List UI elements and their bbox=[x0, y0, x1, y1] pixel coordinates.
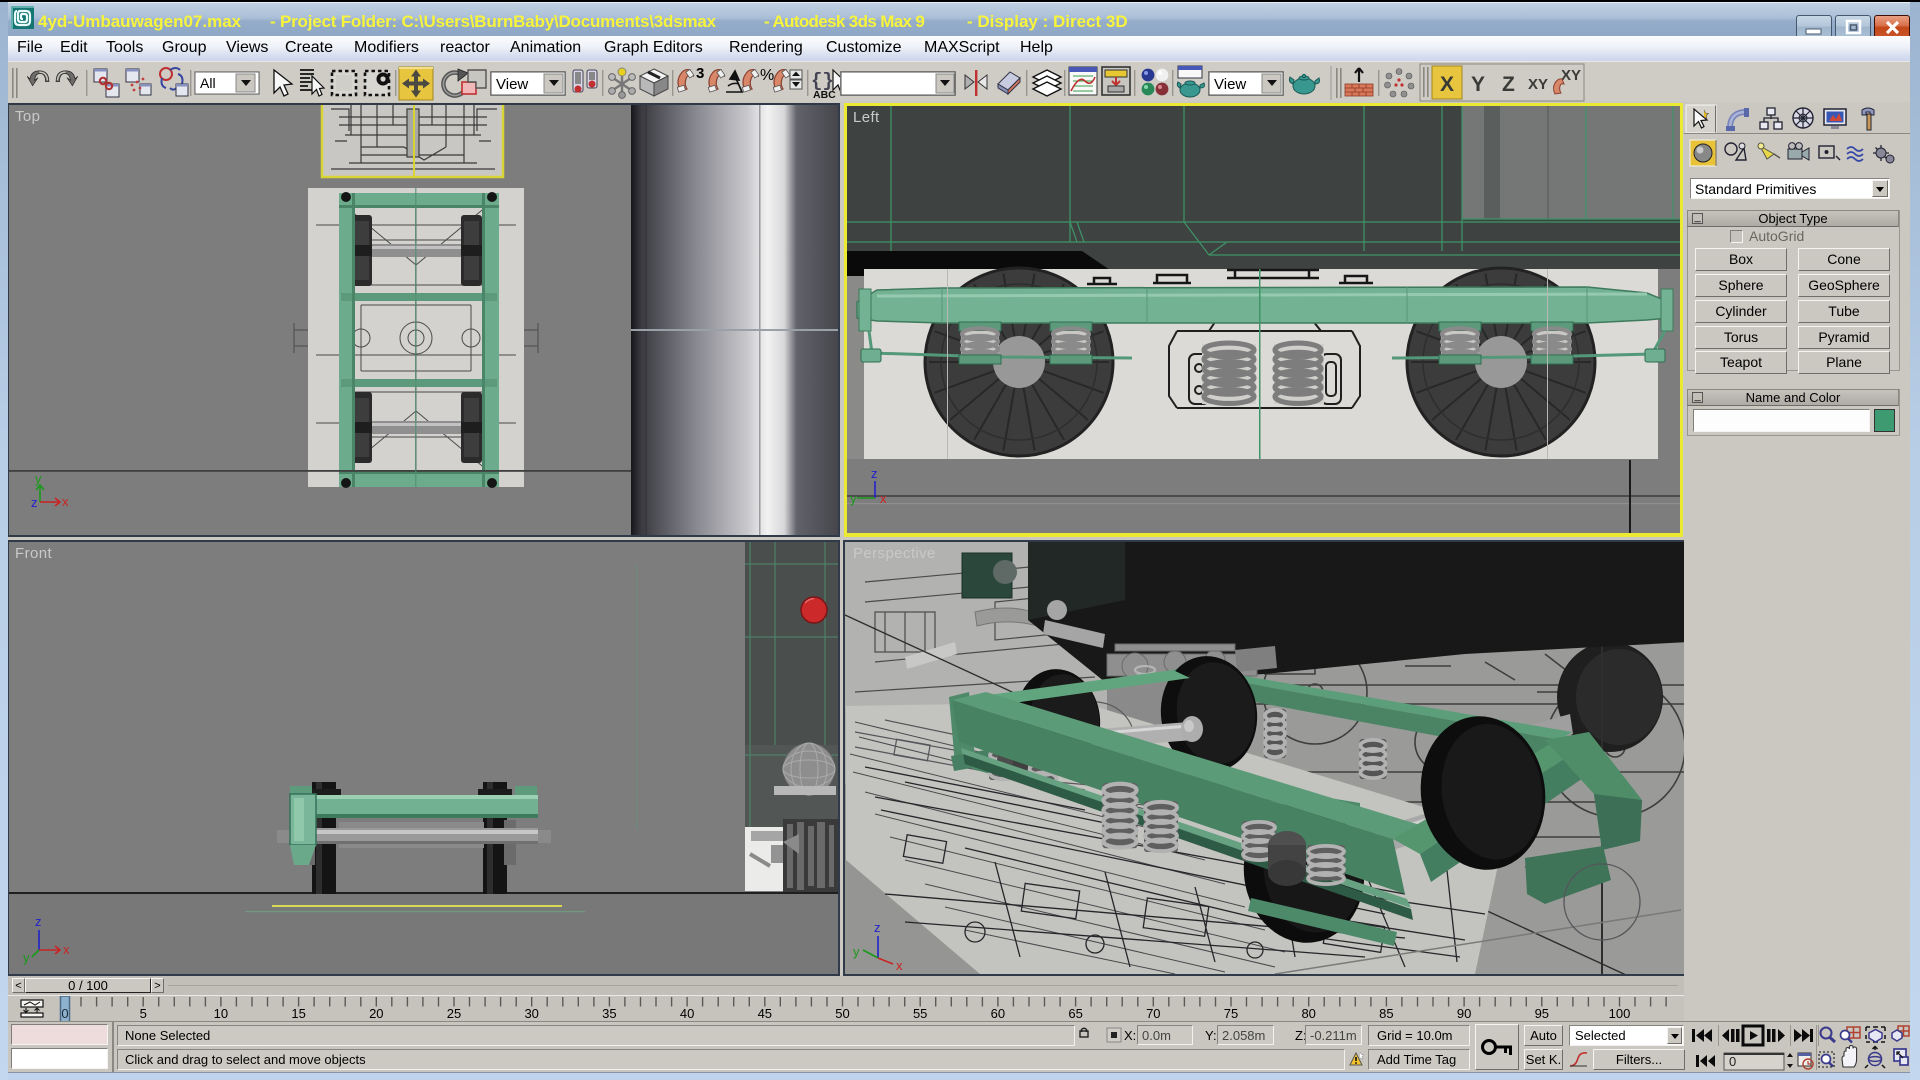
svg-text:x: x bbox=[63, 942, 70, 957]
svg-text:Y: Y bbox=[1471, 73, 1485, 96]
svg-text:View: View bbox=[1214, 76, 1246, 93]
svg-text:Z: Z bbox=[1502, 73, 1515, 96]
svg-text:5: 5 bbox=[140, 1006, 147, 1021]
svg-text:55: 55 bbox=[913, 1006, 927, 1021]
svg-text:40: 40 bbox=[680, 1006, 694, 1021]
svg-text:y: y bbox=[23, 950, 30, 965]
svg-text:3: 3 bbox=[696, 65, 704, 82]
svg-text:z: z bbox=[871, 466, 878, 481]
svg-text:35: 35 bbox=[602, 1006, 616, 1021]
svg-text:y: y bbox=[850, 491, 857, 506]
svg-text:20: 20 bbox=[369, 1006, 383, 1021]
svg-text:z: z bbox=[31, 495, 38, 510]
svg-text:z: z bbox=[874, 920, 881, 935]
svg-text:All: All bbox=[200, 75, 216, 91]
svg-text:30: 30 bbox=[524, 1006, 538, 1021]
svg-text:0: 0 bbox=[1729, 1054, 1736, 1069]
svg-text:15: 15 bbox=[291, 1006, 305, 1021]
svg-text:75: 75 bbox=[1224, 1006, 1238, 1021]
svg-text:x: x bbox=[62, 494, 69, 509]
svg-text:%: % bbox=[760, 67, 774, 84]
svg-text:50: 50 bbox=[835, 1006, 849, 1021]
svg-text:x: x bbox=[880, 491, 887, 506]
svg-text:45: 45 bbox=[758, 1006, 772, 1021]
svg-text:70: 70 bbox=[1146, 1006, 1160, 1021]
svg-text:y: y bbox=[35, 471, 42, 486]
svg-text:y: y bbox=[853, 944, 860, 959]
svg-text:80: 80 bbox=[1301, 1006, 1315, 1021]
svg-text:100: 100 bbox=[1609, 1006, 1631, 1021]
svg-text:XY: XY bbox=[1528, 76, 1548, 93]
svg-text:25: 25 bbox=[447, 1006, 461, 1021]
svg-text:XY: XY bbox=[1561, 67, 1581, 84]
svg-text:60: 60 bbox=[991, 1006, 1005, 1021]
svg-text:90: 90 bbox=[1457, 1006, 1471, 1021]
svg-text:65: 65 bbox=[1068, 1006, 1082, 1021]
svg-text:X: X bbox=[1440, 73, 1454, 96]
svg-text:95: 95 bbox=[1535, 1006, 1549, 1021]
svg-text:z: z bbox=[35, 914, 42, 929]
svg-text:10: 10 bbox=[214, 1006, 228, 1021]
svg-text:85: 85 bbox=[1379, 1006, 1393, 1021]
svg-text:View: View bbox=[496, 76, 528, 93]
svg-text:0: 0 bbox=[61, 1006, 68, 1021]
svg-text:x: x bbox=[896, 958, 903, 973]
